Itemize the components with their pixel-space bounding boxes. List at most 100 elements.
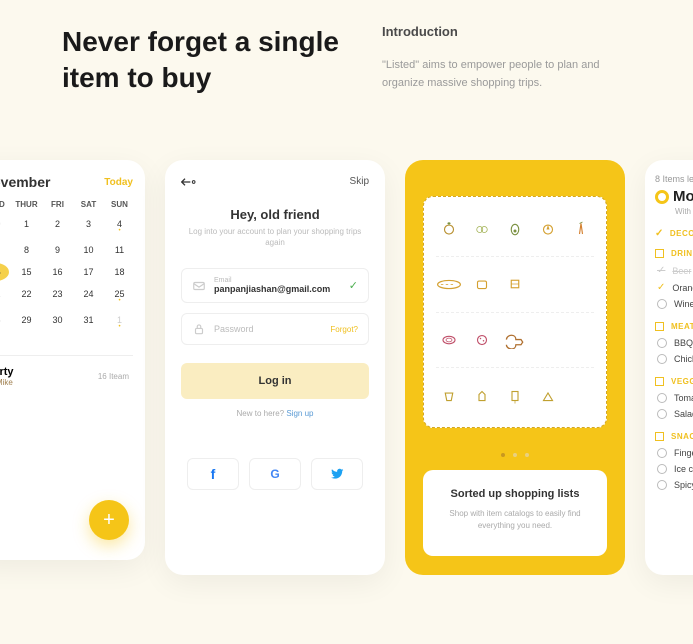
calendar-day[interactable]: 18: [106, 263, 133, 281]
calendar-day[interactable]: 11: [106, 241, 133, 259]
catalog-item-icon[interactable]: [567, 382, 594, 409]
catalog-item-icon[interactable]: [469, 215, 496, 242]
header: Never forget a single item to buy Introd…: [0, 0, 693, 97]
catalog-caption: Sorted up shopping lists Shop with item …: [423, 470, 607, 556]
password-placeholder: Password: [214, 324, 322, 334]
calendar-day[interactable]: 2: [44, 215, 71, 237]
calendar-day[interactable]: 31: [75, 311, 102, 333]
hero-title: Never forget a single item to buy: [62, 24, 342, 97]
catalog-item-icon[interactable]: [469, 327, 496, 354]
screen-login: Skip Hey, old friend Log into your accou…: [165, 160, 385, 575]
catalog-text: Shop with item catalogs to easily find e…: [435, 508, 595, 532]
catalog-item-icon[interactable]: [567, 327, 594, 354]
hint-text: Hint is: [655, 501, 693, 508]
catalog-item-icon[interactable]: [436, 271, 463, 298]
calendar-header: November Today: [0, 174, 133, 190]
calendar-day[interactable]: 28: [0, 311, 9, 333]
list-section-header[interactable]: VEGGIE: [655, 377, 693, 386]
list-section-header[interactable]: ✓DECORATION: [655, 228, 693, 239]
calendar-day[interactable]: 21: [0, 285, 9, 307]
calendar-day[interactable]: 30: [0, 215, 9, 237]
calendar-day[interactable]: 15: [13, 263, 40, 281]
list-item[interactable]: Ice cream: [655, 461, 693, 477]
list-item[interactable]: Finger biscuit: [655, 445, 693, 461]
calendar-day[interactable]: 25: [106, 285, 133, 307]
catalog-item-icon[interactable]: [502, 382, 529, 409]
calendar-day[interactable]: 16: [44, 263, 71, 281]
catalog-item-icon[interactable]: [502, 271, 529, 298]
weekday-label: THUR: [13, 200, 40, 209]
calendar-day[interactable]: 14: [0, 263, 9, 281]
google-button[interactable]: G: [249, 458, 301, 490]
plus-icon: +: [103, 509, 115, 532]
check-icon: ✓: [655, 228, 664, 239]
calendar-day[interactable]: 9: [44, 241, 71, 259]
lock-icon: [192, 322, 206, 336]
password-field[interactable]: Password Forgot?: [181, 313, 369, 345]
checkbox-icon: [655, 249, 664, 258]
circle-icon: [657, 464, 667, 474]
screens-row: November Today WEDTHURFRISATSUN 30123478…: [0, 160, 693, 575]
calendar-day[interactable]: 24: [75, 285, 102, 307]
twitter-button[interactable]: [311, 458, 363, 490]
catalog-item-icon[interactable]: [436, 327, 463, 354]
login-button[interactable]: Log in: [181, 363, 369, 399]
list-item[interactable]: BBQ sausage: [655, 335, 693, 351]
calendar-day[interactable]: 1: [13, 215, 40, 237]
circle-icon: [657, 299, 667, 309]
list-section-header[interactable]: MEAT: [655, 322, 693, 331]
calendar-day[interactable]: 8: [13, 241, 40, 259]
catalog-item-icon[interactable]: [534, 215, 561, 242]
calendar-today-link[interactable]: Today: [104, 177, 133, 188]
calendar-day[interactable]: 30: [44, 311, 71, 333]
check-icon: ✓: [349, 279, 358, 292]
calendar-day[interactable]: 10: [75, 241, 102, 259]
catalog-item-icon[interactable]: [534, 271, 561, 298]
calendar-day[interactable]: 3: [75, 215, 102, 237]
calendar-day[interactable]: 4: [106, 215, 133, 237]
items-left: 8 Items left: [655, 174, 693, 184]
catalog-item-icon[interactable]: [567, 215, 594, 242]
list-section-header[interactable]: DRINK: [655, 249, 693, 258]
list-item[interactable]: Chicken breas: [655, 351, 693, 367]
calendar-day[interactable]: 29: [13, 311, 40, 333]
catalog-item-icon[interactable]: [534, 382, 561, 409]
calendar-day[interactable]: 1: [106, 311, 133, 333]
catalog-item-icon[interactable]: [436, 215, 463, 242]
list-section-header[interactable]: SNACK: [655, 432, 693, 441]
list-item[interactable]: Salad: [655, 406, 693, 422]
check-icon: ✓: [657, 282, 665, 293]
calendar-day[interactable]: 7: [0, 241, 9, 259]
list-item[interactable]: Spicy chips: [655, 477, 693, 493]
catalog-item-icon[interactable]: [502, 215, 529, 242]
list-item[interactable]: Wine: [655, 296, 693, 312]
email-field[interactable]: Email panpanjiashan@gmail.com ✓: [181, 268, 369, 303]
circle-icon: [657, 480, 667, 490]
facebook-button[interactable]: f: [187, 458, 239, 490]
calendar-day[interactable]: 22: [13, 285, 40, 307]
catalog-item-icon[interactable]: [534, 327, 561, 354]
catalog-item-icon[interactable]: [502, 327, 529, 354]
list-item[interactable]: ✓Orange juice: [655, 279, 693, 296]
circle-icon: [657, 448, 667, 458]
catalog-item-icon[interactable]: [567, 271, 594, 298]
signup-link[interactable]: Sign up: [286, 409, 313, 418]
dot: [525, 453, 529, 457]
catalog-item-icon[interactable]: [436, 382, 463, 409]
back-icon[interactable]: [181, 177, 197, 187]
calendar-event[interactable]: Party 👤Mike 16 Iteam: [0, 355, 133, 397]
email-value: panpanjiashan@gmail.com: [214, 284, 341, 294]
social-row: f G: [181, 458, 369, 490]
skip-link[interactable]: Skip: [350, 176, 369, 187]
catalog-item-icon[interactable]: [469, 271, 496, 298]
calendar-day[interactable]: 23: [44, 285, 71, 307]
circle-icon: [657, 409, 667, 419]
screen-list: 8 Items left Mom's B With 👥Helena I ✓DEC…: [645, 160, 693, 575]
add-button[interactable]: +: [89, 500, 129, 540]
list-item[interactable]: ✓Beer: [655, 262, 693, 279]
forgot-link[interactable]: Forgot?: [330, 325, 358, 334]
calendar-day[interactable]: 17: [75, 263, 102, 281]
list-item[interactable]: Tomato: [655, 390, 693, 406]
catalog-item-icon[interactable]: [469, 382, 496, 409]
event-title: Party: [0, 366, 14, 378]
